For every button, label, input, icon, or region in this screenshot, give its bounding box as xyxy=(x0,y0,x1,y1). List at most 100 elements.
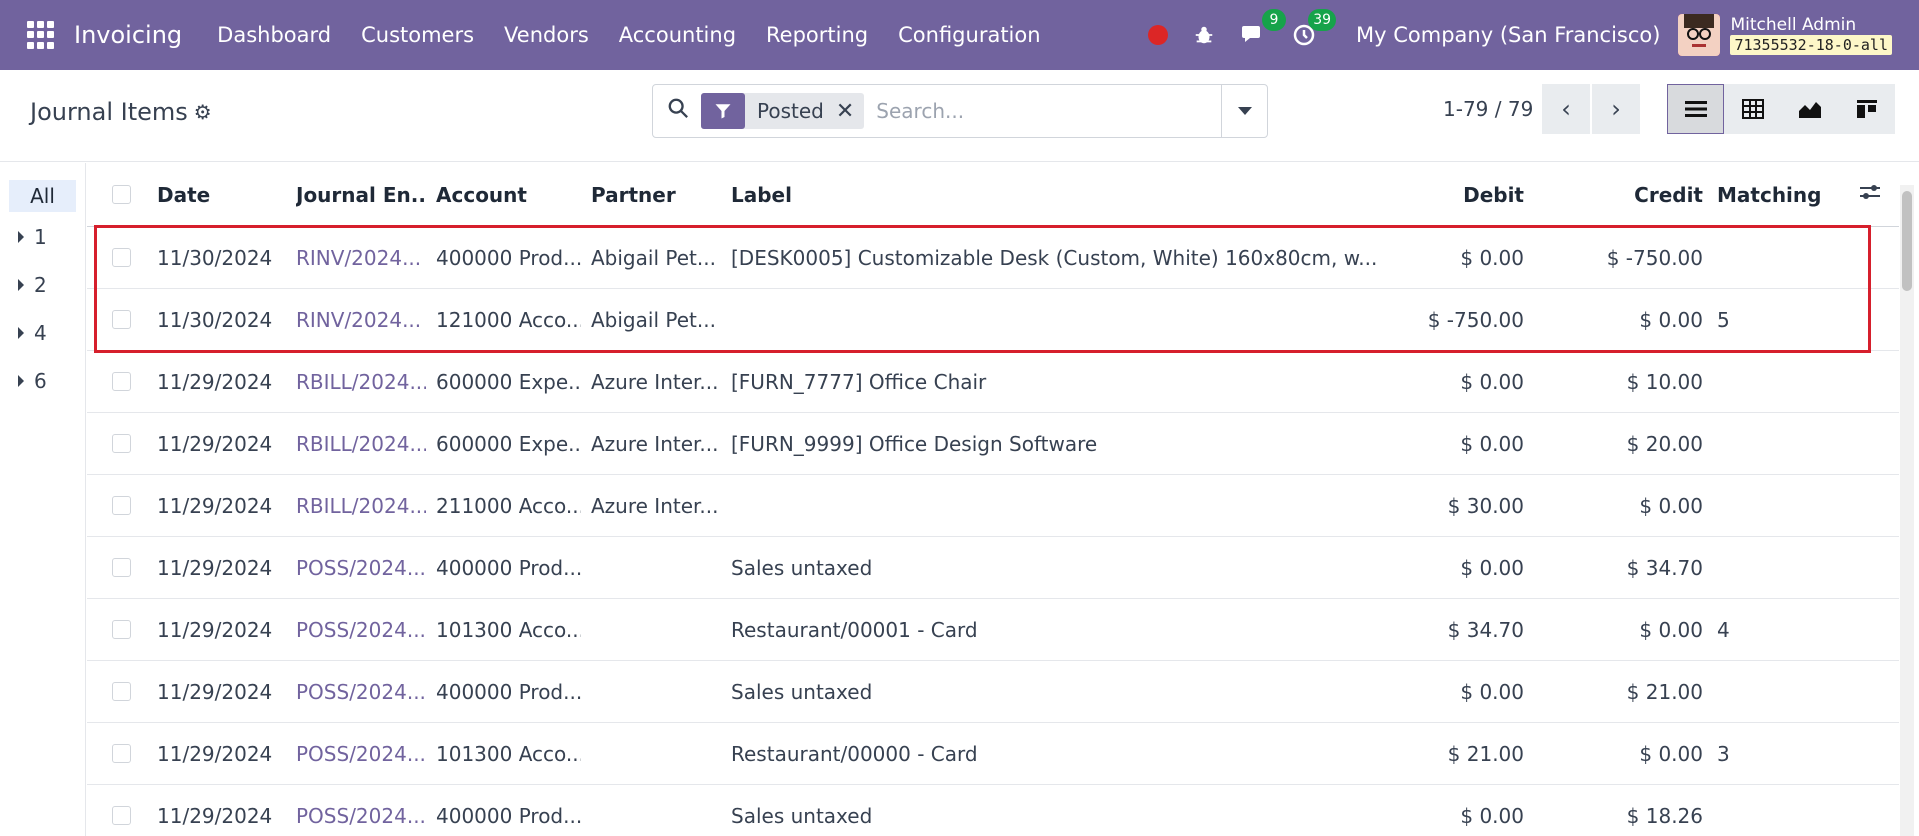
cell-journal-entry[interactable]: RINV/2024... xyxy=(296,308,426,332)
cell-label: [DESK0005] Customizable Desk (Custom, Wh… xyxy=(731,245,1378,270)
cell-label: Sales untaxed xyxy=(731,803,873,828)
cell-partner: Azure Inter... xyxy=(591,369,719,394)
pager-next-button[interactable]: › xyxy=(1592,84,1640,134)
table-row[interactable]: 11/30/2024 RINV/2024... 400000 Prod... A… xyxy=(87,227,1899,289)
group-label: 1 xyxy=(34,225,47,249)
col-date-header[interactable]: Date xyxy=(157,183,287,207)
cell-journal-entry[interactable]: POSS/2024... xyxy=(296,742,426,766)
cell-account: 400000 Prod... xyxy=(436,803,581,828)
pager-value[interactable]: 1-79 / 79 xyxy=(1443,97,1533,121)
select-all-checkbox[interactable] xyxy=(112,185,131,204)
user-menu[interactable]: Mitchell Admin 71355532-18-0-all xyxy=(1730,15,1892,55)
cell-date: 11/29/2024 xyxy=(157,741,273,766)
filter-icon xyxy=(701,93,745,129)
cell-debit: $ 34.70 xyxy=(1447,617,1524,642)
group-all[interactable]: All xyxy=(9,180,76,212)
table-row[interactable]: 11/29/2024 POSS/2024... 400000 Prod... S… xyxy=(87,537,1899,599)
app-grid-icon[interactable] xyxy=(27,21,55,49)
search-bar: Posted ✕ xyxy=(652,84,1268,138)
remove-facet-close-icon[interactable]: ✕ xyxy=(836,99,864,124)
cell-journal-entry[interactable]: RBILL/2024... xyxy=(296,370,426,394)
company-switcher[interactable]: My Company (San Francisco) xyxy=(1356,23,1660,47)
cell-label: Restaurant/00001 - Card xyxy=(731,617,978,642)
search-input[interactable] xyxy=(876,99,1207,123)
cell-account: 400000 Prod... xyxy=(436,679,581,704)
menu-reporting[interactable]: Reporting xyxy=(751,23,883,47)
col-label-header[interactable]: Label xyxy=(731,183,1431,207)
cell-journal-entry[interactable]: POSS/2024... xyxy=(296,804,426,828)
row-checkbox[interactable] xyxy=(112,248,131,267)
table-row[interactable]: 11/29/2024 RBILL/2024... 600000 Expe... … xyxy=(87,413,1899,475)
table-row[interactable]: 11/29/2024 POSS/2024... 400000 Prod... S… xyxy=(87,661,1899,723)
row-checkbox[interactable] xyxy=(112,558,131,577)
col-journal-entry-header[interactable]: Journal En... xyxy=(296,183,426,207)
cell-label: [FURN_7777] Office Chair xyxy=(731,369,987,394)
row-checkbox[interactable] xyxy=(112,496,131,515)
pager-previous-button[interactable]: ‹ xyxy=(1542,84,1590,134)
row-checkbox[interactable] xyxy=(112,806,131,825)
table-row[interactable]: 11/30/2024 RINV/2024... 121000 Acco... A… xyxy=(87,289,1899,351)
menu-customers[interactable]: Customers xyxy=(346,23,489,47)
cell-credit: $ 0.00 xyxy=(1639,617,1703,642)
activities-clock-icon[interactable]: 39 xyxy=(1290,9,1337,49)
cell-journal-entry[interactable]: RINV/2024... xyxy=(296,246,426,270)
database-label: 71355532-18-0-all xyxy=(1730,35,1892,55)
menu-vendors[interactable]: Vendors xyxy=(489,23,604,47)
cell-credit: $ 0.00 xyxy=(1639,493,1703,518)
row-checkbox[interactable] xyxy=(112,682,131,701)
table-row[interactable]: 11/29/2024 RBILL/2024... 211000 Acco... … xyxy=(87,475,1899,537)
col-credit-header[interactable]: Credit xyxy=(1537,183,1703,207)
vertical-scrollbar[interactable] xyxy=(1900,185,1914,836)
row-checkbox[interactable] xyxy=(112,310,131,329)
scrollbar-thumb[interactable] xyxy=(1902,191,1912,291)
user-avatar[interactable] xyxy=(1678,14,1721,56)
cell-account: 400000 Prod... xyxy=(436,555,581,580)
cell-debit: $ 0.00 xyxy=(1460,555,1524,580)
table-row[interactable]: 11/29/2024 POSS/2024... 400000 Prod... S… xyxy=(87,785,1899,836)
cell-credit: $ 10.00 xyxy=(1626,369,1703,394)
search-icon[interactable] xyxy=(667,97,689,125)
debug-bug-icon[interactable] xyxy=(1190,21,1218,49)
messages-icon[interactable]: 9 xyxy=(1240,9,1287,49)
messages-count-badge: 9 xyxy=(1262,9,1287,31)
menu-configuration[interactable]: Configuration xyxy=(883,23,1055,47)
optional-columns-sliders-icon[interactable] xyxy=(1858,182,1882,208)
pivot-view-button[interactable] xyxy=(1724,84,1781,134)
graph-view-button[interactable] xyxy=(1781,84,1838,134)
cell-journal-entry[interactable]: POSS/2024... xyxy=(296,618,426,642)
table-row[interactable]: 11/29/2024 POSS/2024... 101300 Acco... R… xyxy=(87,723,1899,785)
menu-accounting[interactable]: Accounting xyxy=(604,23,751,47)
cell-journal-entry[interactable]: POSS/2024... xyxy=(296,680,426,704)
gear-icon[interactable]: ⚙ xyxy=(194,100,212,124)
user-name: Mitchell Admin xyxy=(1730,15,1857,35)
caret-right-icon xyxy=(18,375,24,387)
table-row[interactable]: 11/29/2024 RBILL/2024... 600000 Expe... … xyxy=(87,351,1899,413)
col-account-header[interactable]: Account xyxy=(436,183,581,207)
record-dot-icon[interactable] xyxy=(1148,25,1169,45)
cell-journal-entry[interactable]: POSS/2024... xyxy=(296,556,426,580)
chevron-down-icon xyxy=(1237,107,1252,115)
col-partner-header[interactable]: Partner xyxy=(591,183,721,207)
cell-date: 11/29/2024 xyxy=(157,679,273,704)
cell-date: 11/29/2024 xyxy=(157,369,273,394)
col-matching-header[interactable]: Matching xyxy=(1717,183,1827,207)
cell-journal-entry[interactable]: RBILL/2024... xyxy=(296,494,426,518)
row-checkbox[interactable] xyxy=(112,744,131,763)
group-item[interactable]: 6 xyxy=(18,369,47,393)
table-row[interactable]: 11/29/2024 POSS/2024... 101300 Acco... R… xyxy=(87,599,1899,661)
list-view-button[interactable] xyxy=(1667,84,1724,134)
group-item[interactable]: 2 xyxy=(18,273,47,297)
app-brand[interactable]: Invoicing xyxy=(74,21,182,49)
menu-dashboard[interactable]: Dashboard xyxy=(202,23,346,47)
group-item[interactable]: 1 xyxy=(18,225,47,249)
row-checkbox[interactable] xyxy=(112,434,131,453)
cell-journal-entry[interactable]: RBILL/2024... xyxy=(296,432,426,456)
search-options-toggle[interactable] xyxy=(1221,85,1267,137)
row-checkbox[interactable] xyxy=(112,372,131,391)
kanban-view-button[interactable] xyxy=(1838,84,1895,134)
col-debit-header[interactable]: Debit xyxy=(1337,183,1524,207)
group-item[interactable]: 4 xyxy=(18,321,47,345)
cell-debit: $ 0.00 xyxy=(1460,431,1524,456)
row-checkbox[interactable] xyxy=(112,620,131,639)
cell-credit: $ 20.00 xyxy=(1626,431,1703,456)
